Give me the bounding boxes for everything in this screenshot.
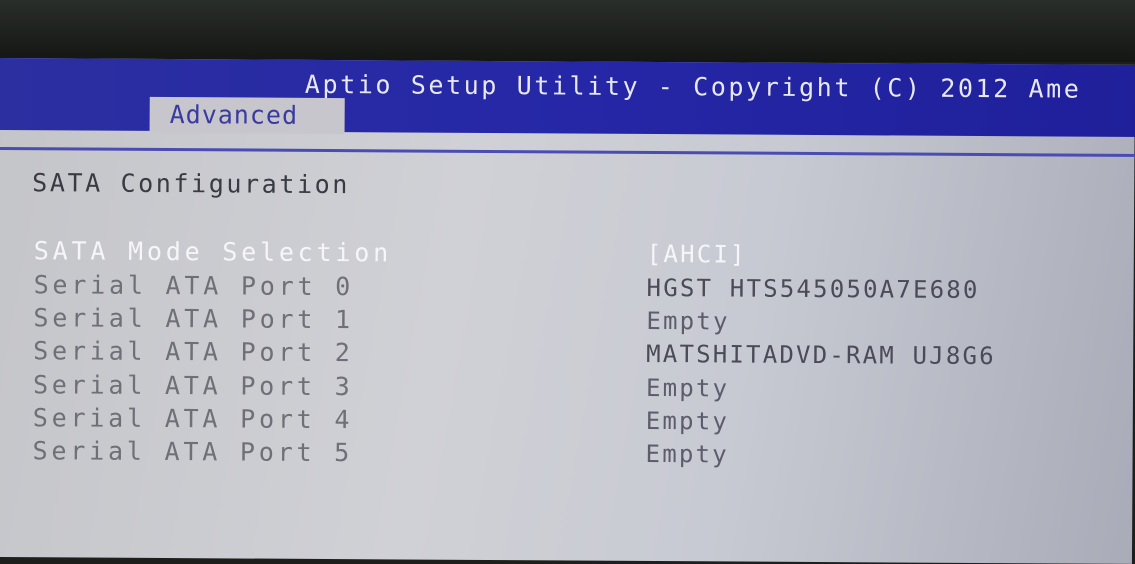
setting-sata-mode-selection[interactable]: SATA Mode Selection [AHCI]: [34, 236, 1134, 275]
tab-advanced[interactable]: Advanced: [149, 96, 345, 135]
setting-label: Serial ATA Port 0: [33, 270, 355, 302]
setting-sata-port-0: Serial ATA Port 0 HGST HTS545050A7E680: [34, 270, 1134, 309]
setting-value: Empty: [645, 373, 730, 403]
setting-value[interactable]: [AHCI]: [647, 240, 747, 269]
header-divider: [0, 146, 1135, 158]
setting-value: Empty: [645, 406, 730, 436]
setting-label: Serial ATA Port 2: [33, 336, 354, 368]
setting-sata-port-5: Serial ATA Port 5 Empty: [32, 436, 1132, 475]
setting-sata-port-4: Serial ATA Port 4 Empty: [33, 403, 1133, 442]
setting-value: Empty: [645, 439, 729, 469]
bios-screen: Aptio Setup Utility - Copyright (C) 2012…: [0, 58, 1135, 564]
setting-sata-port-2: Serial ATA Port 2 MATSHITADVD-RAM UJ8G6: [33, 336, 1133, 375]
monitor-bezel: [0, 0, 1135, 62]
tab-advanced-label: Advanced: [169, 100, 299, 130]
setting-label: Serial ATA Port 1: [33, 303, 354, 335]
setting-label: Serial ATA Port 5: [32, 436, 354, 468]
bios-title: Aptio Setup Utility - Copyright (C) 2012…: [304, 69, 1082, 104]
setting-value: Empty: [646, 306, 730, 336]
setting-label: Serial ATA Port 3: [32, 370, 354, 402]
setting-label: Serial ATA Port 4: [32, 403, 354, 435]
section-title: SATA Configuration: [32, 168, 351, 200]
setting-sata-port-1: Serial ATA Port 1 Empty: [33, 303, 1133, 342]
setting-value: HGST HTS545050A7E680: [646, 273, 980, 304]
setting-sata-port-3: Serial ATA Port 3 Empty: [33, 370, 1133, 409]
setting-value: MATSHITADVD-RAM UJ8G6: [646, 339, 996, 371]
bios-header-bar: Aptio Setup Utility - Copyright (C) 2012…: [0, 58, 1135, 138]
setting-label: SATA Mode Selection: [33, 236, 393, 268]
